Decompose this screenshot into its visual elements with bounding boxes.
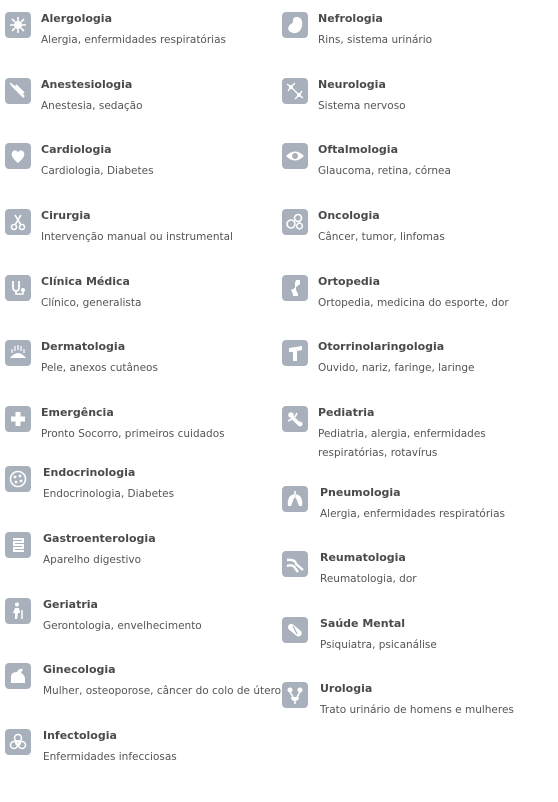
- pill-icon: [282, 617, 308, 643]
- specialty-description: Cardiologia, Diabetes: [41, 165, 154, 177]
- specialty-description: Glaucoma, retina, córnea: [318, 165, 451, 177]
- allergy-icon: [5, 12, 31, 38]
- heart-icon: [5, 143, 31, 169]
- specialty-description: Gerontologia, envelhecimento: [43, 620, 202, 632]
- specialty-title: Reumatologia: [320, 551, 406, 564]
- specialty-title: Dermatologia: [41, 340, 126, 353]
- specialty-title: Cardiologia: [41, 143, 112, 156]
- scissors-icon: [5, 209, 31, 235]
- specialty-title: Saúde Mental: [320, 617, 406, 630]
- specialty-title: Geriatria: [43, 598, 98, 611]
- cell-icon: [5, 466, 31, 492]
- specialty-description: Aparelho digestivo: [43, 554, 142, 566]
- joint-icon: [282, 551, 308, 577]
- specialty-title: Nefrologia: [318, 12, 383, 25]
- specialty-description: Ortopedia, medicina do esporte, dor: [318, 297, 509, 309]
- woman-icon: [5, 663, 31, 689]
- specialty-description: Pele, anexos cutâneos: [41, 362, 158, 374]
- specialty-description: Câncer, tumor, linfomas: [318, 231, 445, 243]
- specialty-description: Endocrinologia, Diabetes: [43, 488, 175, 500]
- cells-icon: [282, 209, 308, 235]
- specialty-description: Psiquiatra, psicanálise: [320, 639, 437, 651]
- specialty-description: Intervenção manual ou instrumental: [41, 231, 233, 243]
- specialty-title: Ortopedia: [318, 275, 380, 288]
- specialty-description: Sistema nervoso: [318, 100, 406, 112]
- cross-icon: [5, 406, 31, 432]
- stethoscope-icon: [5, 275, 31, 301]
- child-icon: [282, 406, 308, 432]
- specialty-title: Alergologia: [41, 12, 112, 25]
- syringe-icon: [5, 78, 31, 104]
- specialty-description: Mulher, osteoporose, câncer do colo de ú…: [43, 685, 282, 697]
- specialty-title: Pneumologia: [320, 486, 401, 499]
- bone-icon: [282, 275, 308, 301]
- specialty-title: Endocrinologia: [43, 466, 136, 479]
- neuron-icon: [282, 78, 308, 104]
- kidney-icon: [282, 12, 308, 38]
- specialty-description: Pediatria, alergia, enfermidades respira…: [318, 428, 486, 459]
- specialty-title: Otorrinolaringologia: [318, 340, 445, 353]
- specialty-description: Alergia, enfermidades respiratórias: [41, 34, 226, 46]
- ent-icon: [282, 340, 308, 366]
- bladder-icon: [282, 682, 308, 708]
- specialty-title: Gastroenterologia: [43, 532, 156, 545]
- lungs-icon: [282, 486, 308, 512]
- specialty-description: Alergia, enfermidades respiratórias: [320, 508, 505, 520]
- specialty-title: Cirurgia: [41, 209, 91, 222]
- specialty-description: Anestesia, sedação: [41, 100, 143, 112]
- specialty-description: Ouvido, nariz, faringe, laringe: [318, 362, 475, 374]
- skin-icon: [5, 340, 31, 366]
- specialty-description: Reumatologia, dor: [320, 573, 417, 585]
- specialty-title: Oftalmologia: [318, 143, 399, 156]
- elderly-icon: [5, 598, 31, 624]
- specialty-title: Oncologia: [318, 209, 380, 222]
- specialty-title: Urologia: [320, 682, 373, 695]
- specialty-description: Trato urinário de homens e mulheres: [320, 704, 514, 716]
- specialty-title: Ginecologia: [43, 663, 116, 676]
- intestine-icon: [5, 532, 31, 558]
- specialty-title: Infectologia: [43, 729, 117, 742]
- specialty-title: Clínica Médica: [41, 275, 130, 288]
- specialty-title: Pediatria: [318, 406, 375, 419]
- biohazard-icon: [5, 729, 31, 755]
- eye-icon: [282, 143, 308, 169]
- specialty-description: Pronto Socorro, primeiros cuidados: [41, 428, 225, 440]
- specialty-description: Clínico, generalista: [41, 297, 142, 309]
- specialty-description: Enfermidades infecciosas: [43, 751, 177, 763]
- specialty-description: Rins, sistema urinário: [318, 34, 433, 46]
- specialty-title: Emergência: [41, 406, 114, 419]
- specialty-title: Anestesiologia: [41, 78, 133, 91]
- specialty-title: Neurologia: [318, 78, 386, 91]
